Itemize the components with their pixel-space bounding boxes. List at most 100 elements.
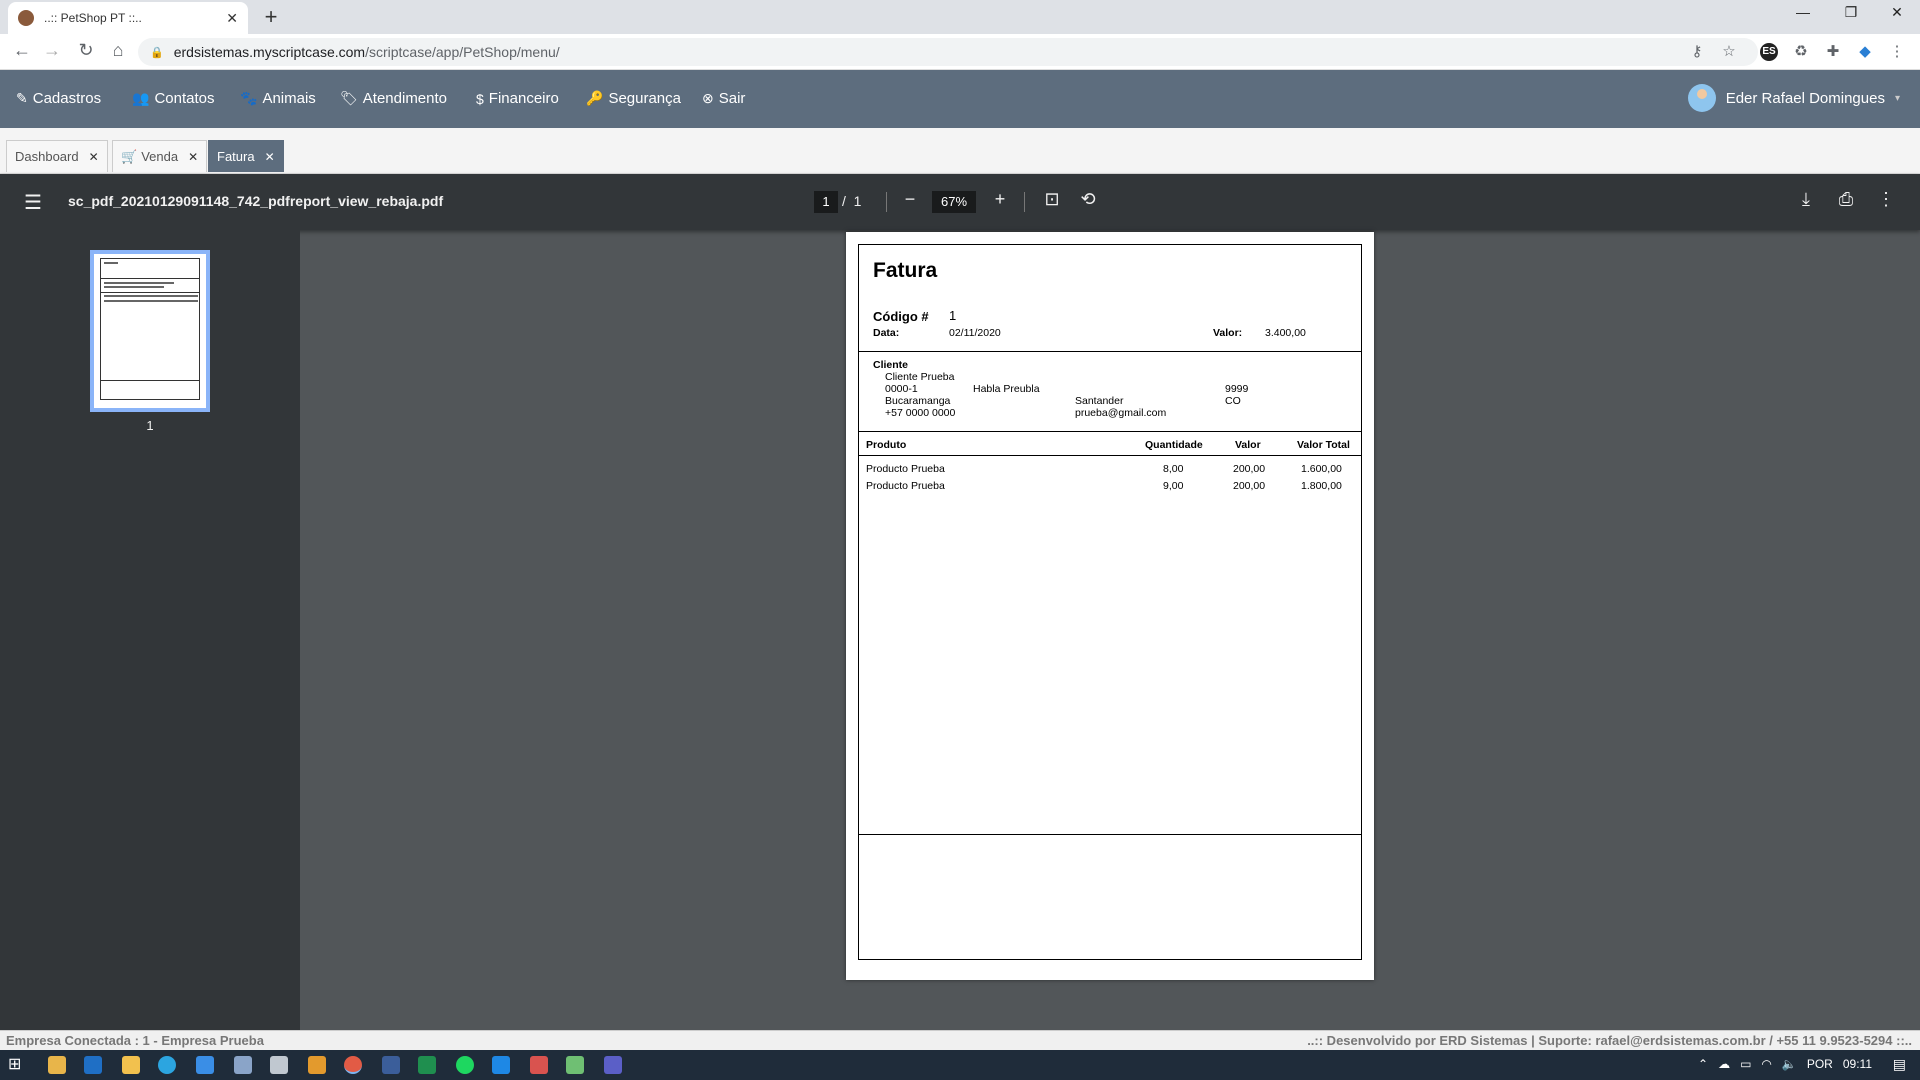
pdf-toolbar: ☰ sc_pdf_20210129091148_742_pdfreport_vi… (0, 174, 1920, 230)
notification-icon[interactable]: ▤ (1893, 1056, 1906, 1073)
page-number-input[interactable]: 1 (814, 191, 838, 213)
cloud-icon[interactable]: ☁ (1718, 1057, 1730, 1071)
pdf-filename: sc_pdf_20210129091148_742_pdfreport_view… (68, 193, 444, 209)
zoom-input[interactable]: 67% (932, 191, 976, 213)
recycle-icon[interactable]: ♻ (1790, 42, 1812, 60)
menu-icon[interactable]: ☰ (24, 190, 42, 215)
chrome-icon[interactable] (344, 1056, 362, 1074)
notepad-icon[interactable] (234, 1056, 252, 1074)
close-circle-icon: ⊗ (702, 90, 714, 106)
table-row-produto: Producto Prueba (866, 463, 945, 475)
star-icon[interactable]: ☆ (1718, 42, 1740, 60)
spotify-icon[interactable] (456, 1056, 474, 1074)
tab-fatura[interactable]: Fatura ✕ (208, 140, 284, 172)
menu-cadastros[interactable]: ✎ Cadastros (16, 90, 101, 107)
browser-tab-title: ..:: PetShop PT ::.. (44, 11, 142, 25)
tab-close-icon[interactable]: ✕ (188, 150, 198, 164)
page-thumbnail[interactable] (90, 250, 210, 412)
shield-icon[interactable] (530, 1056, 548, 1074)
favicon-icon (18, 10, 34, 26)
menu-sair[interactable]: ⊗ Sair (702, 90, 745, 107)
back-arrow-icon[interactable]: ← (10, 40, 34, 61)
sheet-icon[interactable] (566, 1056, 584, 1074)
code-label: Código # (873, 309, 929, 324)
tab-dashboard[interactable]: Dashboard ✕ (6, 140, 108, 172)
tab-venda[interactable]: 🛒 Venda ✕ (112, 140, 208, 172)
cart-icon: 🛒 (121, 148, 138, 164)
key-icon[interactable]: ⚷ (1686, 42, 1708, 60)
thumbnail-line (104, 262, 118, 264)
restore-button[interactable]: ❐ (1828, 4, 1874, 21)
browser-toolbar: ← → ↻ ⌂ 🔒 erdsistemas.myscriptcase.com/s… (0, 34, 1920, 70)
client-doc: 0000-1 (885, 383, 918, 395)
close-window-button[interactable]: ✕ (1874, 4, 1920, 21)
edge-icon[interactable] (158, 1056, 176, 1074)
zoom-out-icon[interactable]: − (898, 189, 922, 210)
chevron-up-icon[interactable]: ⌃ (1698, 1057, 1708, 1071)
sublime-icon[interactable] (308, 1056, 326, 1074)
client-name: Cliente Prueba (885, 371, 955, 383)
zoom-in-icon[interactable]: + (988, 189, 1012, 210)
fit-page-icon[interactable]: ⊡ (1040, 189, 1064, 210)
date-value: 02/11/2020 (949, 327, 1001, 339)
folder-icon[interactable] (122, 1056, 140, 1074)
tab-close-icon[interactable]: ✕ (226, 10, 238, 27)
menu-financeiro[interactable]: $ Financeiro (476, 90, 559, 107)
new-tab-button[interactable]: + (258, 4, 284, 30)
more-vert-icon[interactable]: ⋮ (1874, 189, 1898, 210)
user-menu[interactable]: Eder Rafael Domingues ▾ (1687, 84, 1900, 112)
phone-icon[interactable] (492, 1056, 510, 1074)
puzzle-icon[interactable]: ✚ (1822, 42, 1844, 60)
tab-close-icon[interactable]: ✕ (89, 150, 99, 164)
tab-label: Venda (141, 149, 179, 164)
outlook-icon[interactable] (84, 1056, 102, 1074)
extension-es-icon[interactable]: ES (1760, 43, 1778, 61)
app-icon[interactable] (270, 1056, 288, 1074)
table-row-quantidade: 9,00 (1163, 480, 1184, 492)
teams-icon[interactable] (604, 1056, 622, 1074)
menu-label: Segurança (608, 90, 681, 107)
thumbnail-line (104, 300, 198, 302)
menu-seguranca[interactable]: 🔑 Segurança (586, 90, 681, 107)
mail-icon[interactable] (196, 1056, 214, 1074)
divider (859, 351, 1361, 352)
print-icon[interactable]: ⎙ (1834, 189, 1858, 210)
wifi-icon[interactable]: ◠ (1761, 1057, 1771, 1071)
download-icon[interactable]: ⤓ (1794, 189, 1818, 210)
battery-icon[interactable]: ▭ (1740, 1057, 1751, 1071)
lock-icon: 🔒 (150, 46, 164, 59)
excel-icon[interactable] (418, 1056, 436, 1074)
reload-icon[interactable]: ↻ (74, 40, 98, 61)
tool-icon[interactable] (382, 1056, 400, 1074)
windows-start-icon[interactable]: ⊞ (8, 1054, 26, 1073)
extension-icon[interactable]: ◆ (1854, 42, 1876, 60)
user-name: Eder Rafael Domingues (1725, 89, 1885, 107)
status-company: Empresa Conectada : 1 - Empresa Prueba (6, 1033, 264, 1048)
volume-icon[interactable]: 🔈 (1782, 1057, 1797, 1071)
more-vert-icon[interactable]: ⋮ (1886, 42, 1908, 60)
invoice-frame: Fatura Código # 1 Data: 02/11/2020 Valor… (858, 244, 1362, 960)
client-number: 9999 (1225, 383, 1249, 395)
windows-taskbar: ⊞ ⌃ ☁ ▭ ◠ 🔈 POR 09:11 ▤ (0, 1050, 1920, 1080)
forward-arrow-icon[interactable]: → (40, 40, 64, 61)
address-bar[interactable]: 🔒 erdsistemas.myscriptcase.com/scriptcas… (138, 38, 1758, 66)
menu-atendimento[interactable]: 🏷 Atendimento (340, 90, 447, 107)
language-indicator[interactable]: POR (1807, 1057, 1833, 1071)
file-explorer-icon[interactable] (48, 1056, 66, 1074)
tab-close-icon[interactable]: ✕ (265, 150, 275, 164)
divider (859, 431, 1361, 432)
menu-contatos[interactable]: 👥 Contatos (132, 90, 214, 107)
browser-tab-strip: ..:: PetShop PT ::.. ✕ + — ❐ ✕ (0, 0, 1920, 34)
tab-label: Fatura (217, 149, 255, 164)
clock[interactable]: 09:11 (1843, 1057, 1872, 1071)
caret-down-icon: ▾ (1894, 92, 1900, 104)
column-header-quantidade: Quantidade (1145, 439, 1203, 451)
paw-icon: 🐾 (240, 90, 258, 106)
rotate-icon[interactable]: ⟲ (1076, 189, 1100, 210)
home-icon[interactable]: ⌂ (106, 40, 130, 61)
table-row-valor: 200,00 (1233, 463, 1266, 475)
menu-animais[interactable]: 🐾 Animais (240, 90, 316, 107)
minimize-button[interactable]: — (1780, 4, 1826, 20)
thumbnail-line (100, 380, 200, 381)
browser-tab[interactable]: ..:: PetShop PT ::.. ✕ (8, 2, 248, 34)
